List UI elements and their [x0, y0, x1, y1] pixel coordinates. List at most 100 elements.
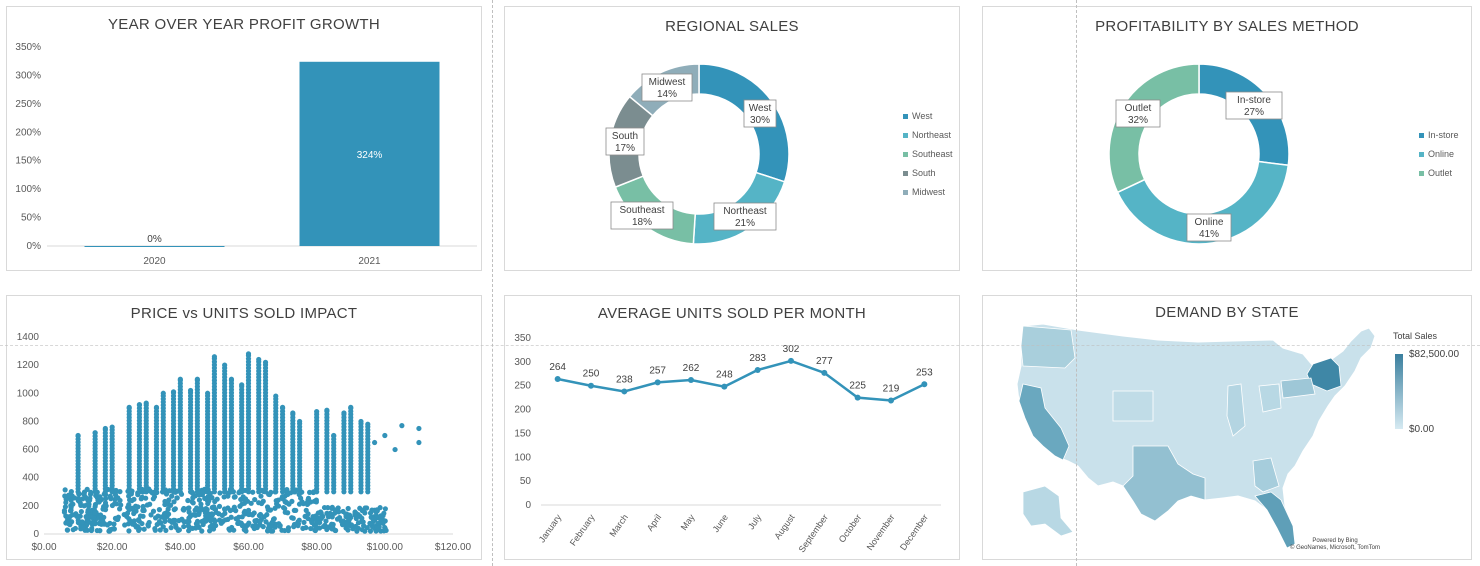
scatter-point [152, 526, 158, 532]
scatter-point [146, 519, 152, 526]
scatter-point [332, 527, 338, 534]
scatter-point [199, 489, 205, 495]
data-callout-category: Midwest [649, 77, 686, 88]
y-tick-label: 200 [22, 501, 39, 512]
data-callout-category: Southeast [619, 205, 664, 216]
scatter-point [365, 421, 371, 427]
scatter-point [334, 516, 341, 522]
scatter-point [68, 497, 74, 503]
scatter-point [285, 525, 292, 531]
guide-line [492, 0, 493, 566]
line-point [888, 397, 894, 404]
scatter-point [362, 505, 368, 511]
scatter-point [127, 518, 133, 524]
scatter-point [126, 507, 132, 513]
scatter-point [318, 515, 325, 521]
scatter-point [324, 407, 330, 413]
scatter-point [236, 514, 242, 520]
legend-label: Outlet [1428, 168, 1453, 178]
scatter-point [239, 501, 245, 507]
scatter-point [156, 518, 163, 525]
y-tick-label: 50% [21, 213, 41, 224]
scatter-point [126, 404, 132, 410]
y-tick-label: 1400 [17, 332, 40, 343]
scatter-point [181, 523, 187, 530]
scatter-point [170, 389, 177, 395]
y-tick-label: 250% [15, 99, 41, 110]
x-tick-label: March [607, 512, 630, 538]
scatter-point [279, 404, 286, 410]
scatter-point [177, 376, 183, 382]
state-colorado [1112, 390, 1154, 422]
scatter-point [267, 507, 274, 513]
x-tick-label: April [645, 512, 664, 532]
scatter-point [122, 522, 128, 528]
scatter-point [195, 507, 202, 513]
scatter-point [185, 497, 191, 504]
scatter-point [69, 519, 75, 525]
scatter-point [140, 506, 146, 512]
line-point [921, 381, 928, 388]
scatter-point [198, 501, 204, 507]
scatter-point [193, 521, 200, 527]
scatter-point [331, 432, 337, 439]
regional-sales-panel: REGIONAL SALES West 30% Northeast 21% Southe… [504, 6, 960, 271]
data-callout-category: West [749, 103, 772, 114]
map-legend-title: Total Sales [1393, 331, 1438, 341]
legend-marker [903, 171, 908, 176]
legend-marker [1419, 133, 1424, 138]
profit-growth-panel: YEAR OVER YEAR PROFIT GROWTH 0% 50% 100% 15… [6, 6, 482, 271]
scatter-point [78, 508, 84, 515]
scatter-point [291, 524, 297, 530]
line-data-label: 262 [683, 363, 700, 374]
scatter-point [135, 504, 141, 510]
scatter-point [284, 500, 290, 506]
scatter-point [61, 509, 68, 515]
legend-label: Northeast [912, 130, 952, 140]
scatter-point [84, 527, 90, 533]
scatter-point [153, 404, 160, 410]
scatter-point [308, 525, 314, 532]
scatter-point [208, 516, 215, 522]
scatter-point [100, 519, 106, 525]
scatter-point [227, 527, 233, 533]
scatter-point [299, 499, 305, 505]
scatter-point [248, 500, 254, 506]
legend-marker [903, 152, 908, 157]
scatter-point [378, 513, 384, 519]
scatter-point [62, 487, 68, 493]
map-attribution-line-1: Powered by Bing [1312, 538, 1358, 544]
line-data-label: 257 [649, 365, 666, 376]
legend-label: In-store [1428, 130, 1459, 140]
scatter-point [293, 507, 299, 514]
scatter-point [141, 526, 147, 532]
scatter-point [205, 390, 211, 396]
x-tick-label: $120.00 [435, 542, 472, 553]
scatter-point [352, 523, 359, 530]
scatter-point [329, 514, 335, 520]
scatter-point [92, 430, 98, 436]
scatter-point [290, 410, 296, 416]
scatter-point [354, 528, 360, 534]
scatter-point [222, 362, 228, 368]
scatter-point [114, 516, 120, 523]
x-tick-label: 2020 [143, 256, 166, 267]
scatter-point [375, 520, 381, 526]
legend-label: West [912, 111, 933, 121]
map-legend-min: $0.00 [1409, 424, 1435, 435]
scatter-point [245, 507, 252, 513]
scatter-point [303, 525, 309, 531]
legend-marker [1419, 171, 1424, 176]
line-point [821, 369, 828, 376]
y-tick-label: 1200 [17, 360, 40, 371]
x-tick-label: May [679, 512, 697, 532]
series-line [557, 359, 925, 402]
scatter-point [165, 506, 171, 512]
scatter-point [96, 499, 102, 505]
demand-state-panel: DEMAND BY STATE Total Sales $82,500.00 $… [982, 295, 1472, 560]
y-tick-label: 150% [15, 156, 41, 167]
scatter-point [209, 494, 215, 501]
scatter-point [109, 424, 115, 430]
scatter-point [203, 513, 209, 519]
scatter-point [107, 493, 113, 499]
